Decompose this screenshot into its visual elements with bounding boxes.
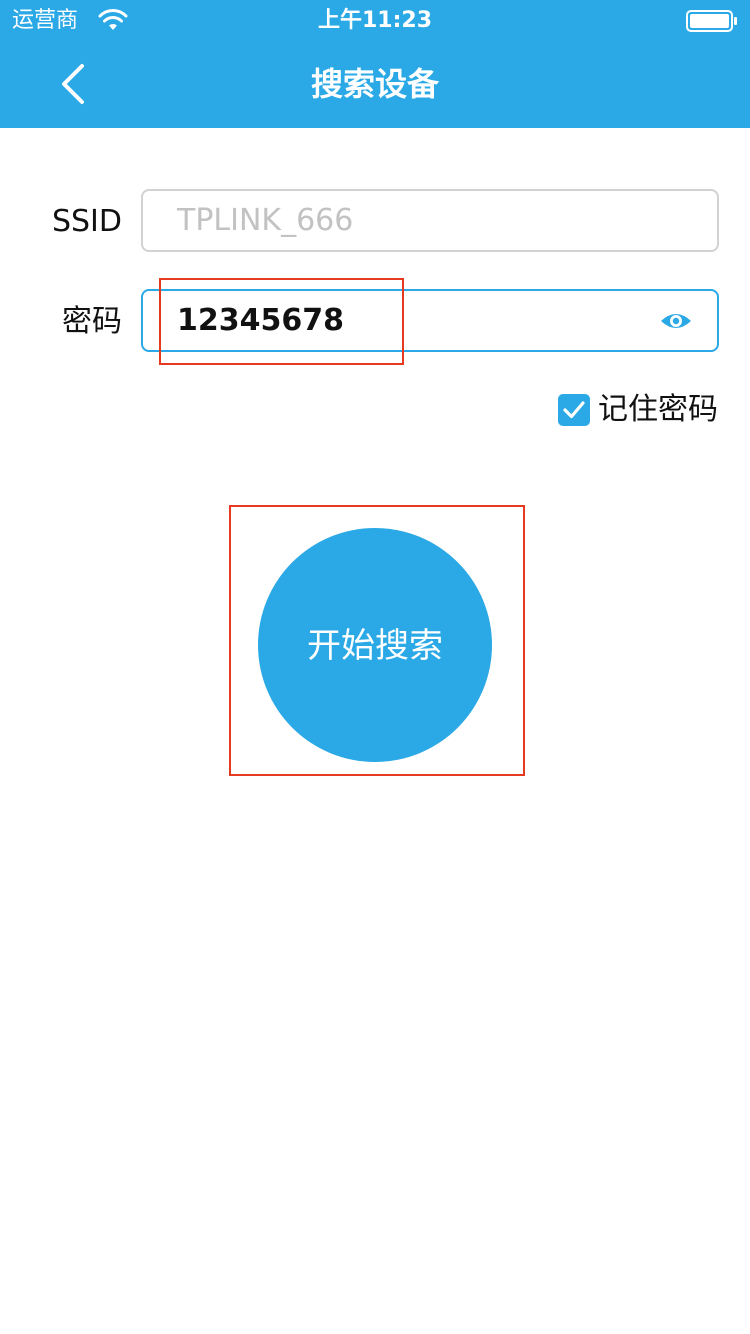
ssid-field[interactable]: TPLINK_666 (141, 189, 719, 252)
page-title: 搜索设备 (310, 65, 439, 103)
password-highlight-box (159, 278, 404, 365)
password-label: 密码 (62, 304, 122, 339)
eye-icon[interactable] (659, 309, 693, 333)
ssid-label: SSID (51, 204, 122, 239)
checkbox-checked[interactable] (558, 394, 590, 426)
clock: 上午11:23 (317, 8, 433, 33)
ssid-placeholder: TPLINK_666 (177, 203, 354, 238)
status-bar: 运营商 上午11:23 (0, 0, 750, 40)
battery-icon (686, 10, 737, 32)
header-bar: 运营商 上午11:23 搜索设备 (0, 0, 750, 128)
checkmark-icon (563, 401, 585, 419)
remember-password-label: 记住密码 (598, 392, 718, 427)
start-search-label: 开始搜索 (307, 626, 443, 666)
start-search-button[interactable]: 开始搜索 (258, 528, 492, 762)
